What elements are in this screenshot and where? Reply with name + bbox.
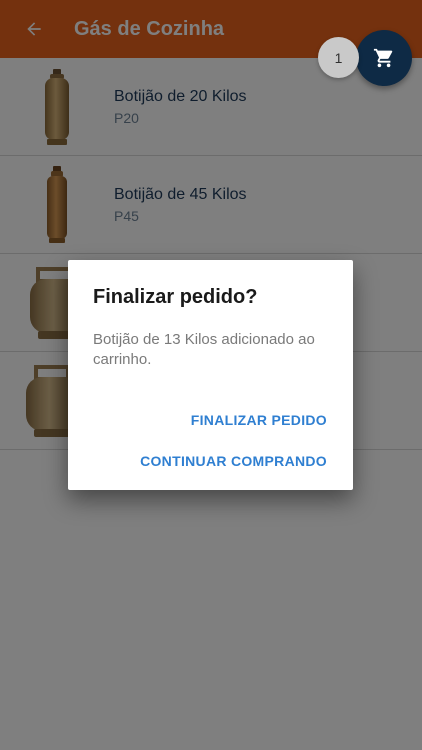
cart-count-badge: 1 — [318, 37, 359, 78]
finalize-order-dialog: Finalizar pedido? Botijão de 13 Kilos ad… — [68, 260, 353, 490]
cart-button[interactable] — [356, 30, 412, 86]
shopping-cart-icon — [373, 48, 393, 68]
dialog-message: Botijão de 13 Kilos adicionado ao carrin… — [93, 331, 315, 368]
finalize-order-button[interactable]: FINALIZAR PEDIDO — [191, 412, 327, 428]
dialog-title: Finalizar pedido? — [93, 286, 258, 308]
continue-shopping-button[interactable]: CONTINUAR COMPRANDO — [140, 453, 327, 469]
